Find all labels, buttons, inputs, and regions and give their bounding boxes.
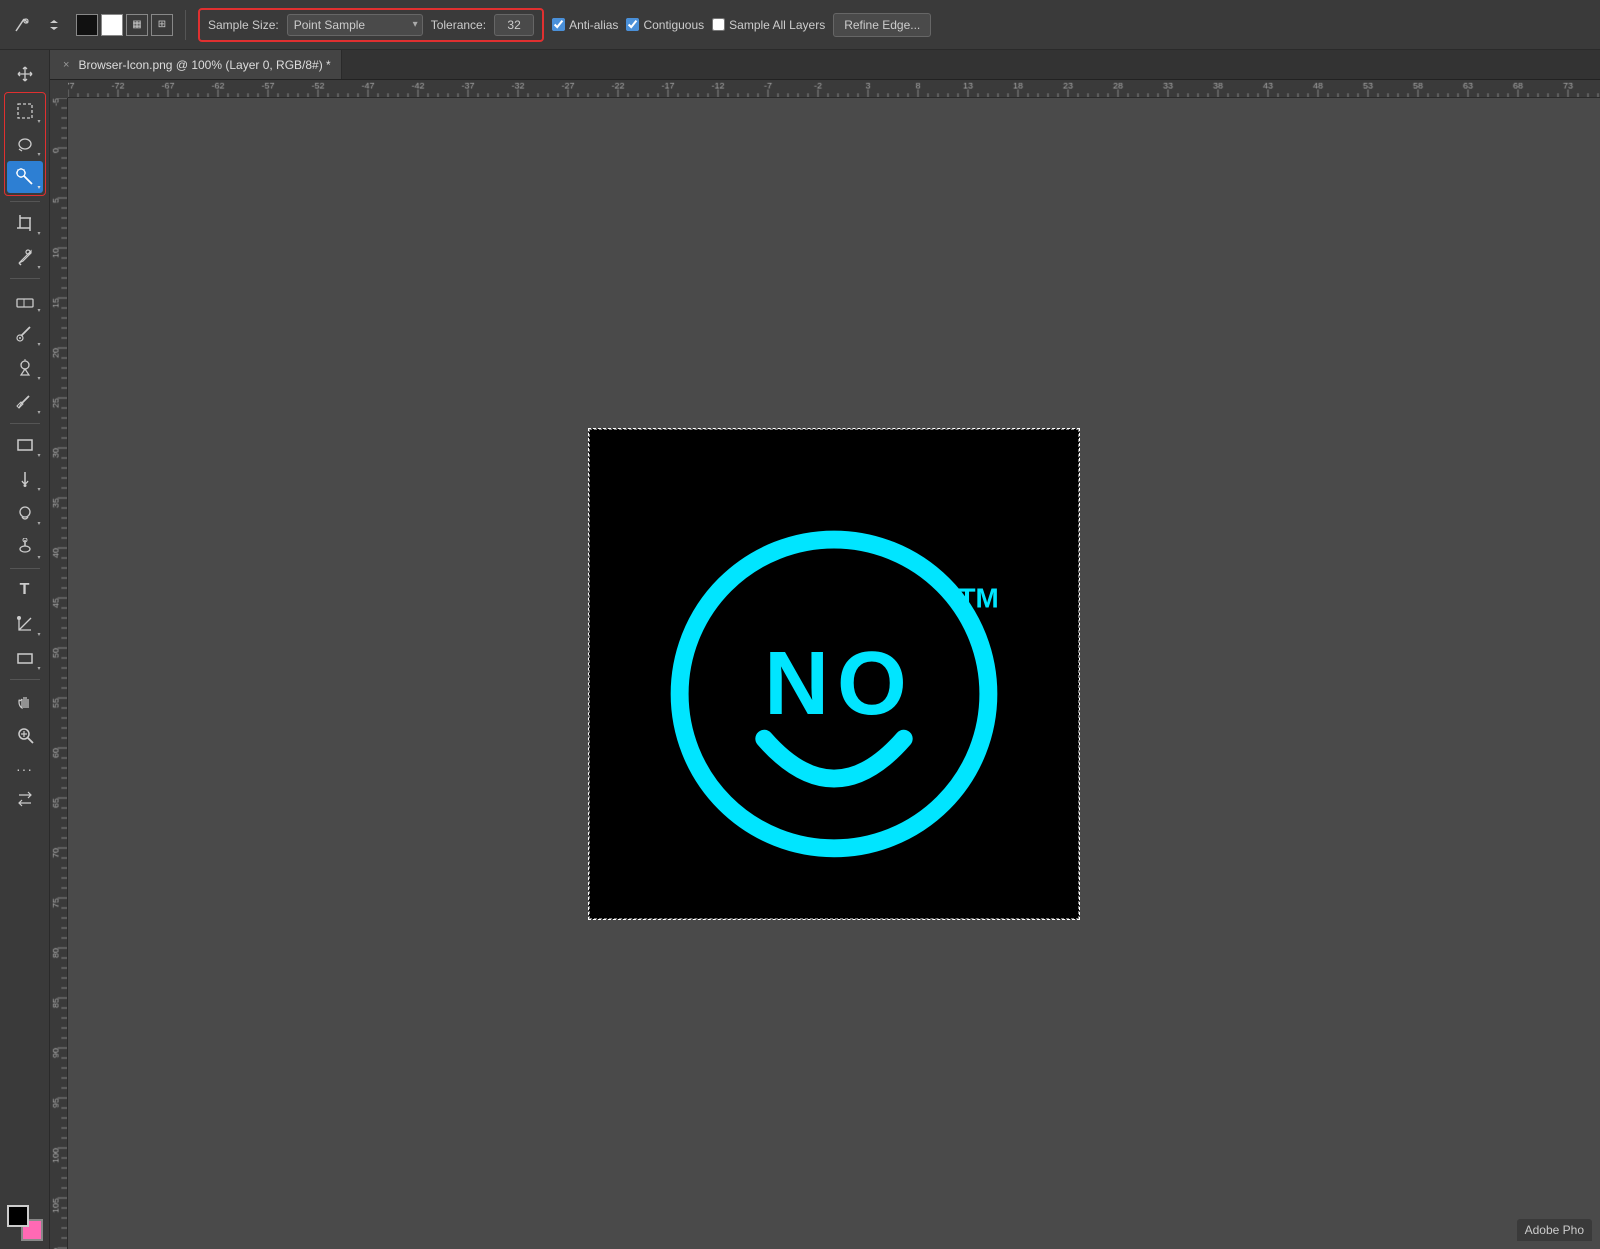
dodge-tool[interactable]: ▾: [7, 531, 43, 563]
eyedropper-tool[interactable]: ▾: [7, 241, 43, 273]
contiguous-group: Contiguous: [626, 18, 704, 32]
sample-all-layers-group: Sample All Layers: [712, 18, 825, 32]
sample-all-layers-checkbox[interactable]: [712, 18, 725, 31]
left-divider-3: [10, 423, 40, 424]
magic-wand-tool[interactable]: ▾: [7, 161, 43, 193]
clone-stamp-tool[interactable]: ▾: [7, 352, 43, 384]
anti-alias-label: Anti-alias: [569, 18, 618, 32]
rectangular-marquee-tool[interactable]: ▾: [7, 95, 43, 127]
contiguous-label: Contiguous: [643, 18, 704, 32]
eyedropper-tool-icon[interactable]: [8, 11, 36, 39]
tab-bar: × Browser-Icon.png @ 100% (Layer 0, RGB/…: [50, 50, 1600, 80]
tolerance-label: Tolerance:: [431, 18, 486, 32]
color-pickers: ▦ ⊞: [76, 14, 173, 36]
tab-close-btn[interactable]: ×: [60, 58, 72, 72]
color-swatches: [7, 1205, 43, 1241]
rect-shape-tool[interactable]: ▾: [7, 642, 43, 674]
pattern-picker[interactable]: ⊞: [151, 14, 173, 36]
document-tab[interactable]: × Browser-Icon.png @ 100% (Layer 0, RGB/…: [50, 50, 342, 79]
background-color-box[interactable]: [101, 14, 123, 36]
smiley-svg: N O TM: [590, 430, 1078, 918]
anti-alias-group: Anti-alias: [552, 18, 618, 32]
swap-arrows-icon: [17, 791, 33, 807]
adobe-watermark-text: Adobe Pho: [1525, 1223, 1584, 1237]
foreground-color-box[interactable]: [76, 14, 98, 36]
sample-size-select-wrapper: Point Sample 3 by 3 Average 5 by 5 Avera…: [287, 14, 423, 36]
canvas-area: N O TM: [68, 98, 1600, 1249]
left-divider-2: [10, 278, 40, 279]
dropdown-arrow-icon[interactable]: [40, 11, 68, 39]
adobe-watermark: Adobe Pho: [1517, 1219, 1592, 1241]
sample-size-select[interactable]: Point Sample 3 by 3 Average 5 by 5 Avera…: [287, 14, 423, 36]
canvas-image: N O TM: [589, 429, 1079, 919]
svg-text:N: N: [764, 632, 824, 732]
healing-brush-tool[interactable]: ▾: [7, 386, 43, 418]
sample-size-label: Sample Size:: [208, 18, 279, 32]
swap-arrows: [17, 791, 33, 807]
left-divider-5: [10, 679, 40, 680]
refine-edge-button[interactable]: Refine Edge...: [833, 13, 931, 37]
tolerance-input[interactable]: [494, 14, 534, 36]
zoom-tool[interactable]: [7, 719, 43, 751]
anti-alias-checkbox[interactable]: [552, 18, 565, 31]
foreground-color-swatch[interactable]: [7, 1205, 29, 1227]
document-canvas: N O TM: [589, 429, 1079, 919]
vertical-ruler: [50, 98, 68, 1249]
left-divider-1: [10, 201, 40, 202]
marquee-selection-group: ▾ ▾ ▾: [4, 92, 46, 196]
more-tools-icon: ···: [16, 761, 33, 777]
more-tools[interactable]: ···: [7, 753, 43, 785]
tool-select-group: [8, 11, 68, 39]
options-highlighted-group: Sample Size: Point Sample 3 by 3 Average…: [198, 8, 544, 42]
top-toolbar: ▦ ⊞ Sample Size: Point Sample 3 by 3 Ave…: [0, 0, 1600, 50]
text-tool[interactable]: T: [7, 574, 43, 606]
blur-tool[interactable]: ▾: [7, 497, 43, 529]
svg-text:O: O: [837, 632, 903, 732]
tab-title: Browser-Icon.png @ 100% (Layer 0, RGB/8#…: [78, 58, 330, 72]
hand-tool[interactable]: [7, 685, 43, 717]
path-selection-tool[interactable]: ▾: [7, 608, 43, 640]
lasso-tool[interactable]: ▾: [7, 128, 43, 160]
contiguous-checkbox[interactable]: [626, 18, 639, 31]
text-tool-icon: T: [20, 581, 30, 599]
eraser-tool[interactable]: ▾: [7, 284, 43, 316]
move-tool[interactable]: [7, 58, 43, 90]
fill-tool[interactable]: ▾: [7, 463, 43, 495]
svg-text:TM: TM: [958, 582, 998, 613]
toolbar-divider-1: [185, 10, 186, 40]
left-divider-4: [10, 568, 40, 569]
left-toolbar: ▾ ▾ ▾: [0, 50, 50, 1249]
sample-all-layers-label: Sample All Layers: [729, 18, 825, 32]
horizontal-ruler: [68, 80, 1600, 98]
crop-tool[interactable]: ▾: [7, 207, 43, 239]
shape-tool[interactable]: ▾: [7, 429, 43, 461]
brush-tool[interactable]: ▾: [7, 318, 43, 350]
gradient-picker[interactable]: ▦: [126, 14, 148, 36]
